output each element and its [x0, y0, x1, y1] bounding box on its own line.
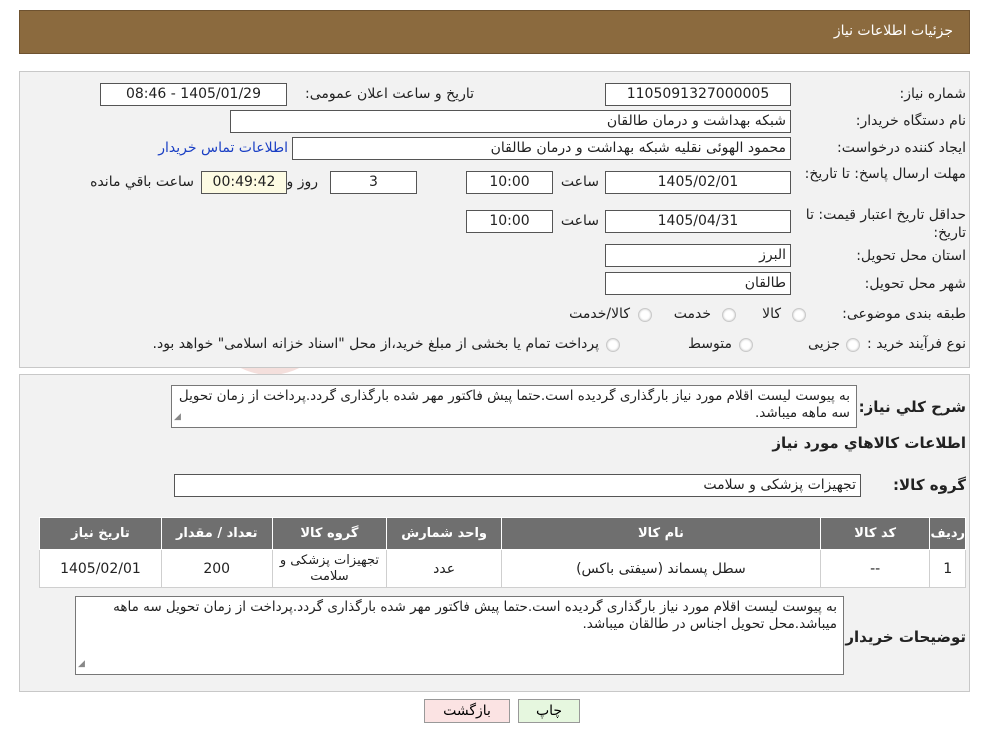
province-label: استان محل تحویل:: [856, 248, 966, 264]
category-goods-service-label: کالا/خدمت: [569, 306, 630, 322]
buyer-notes-textarea[interactable]: به پیوست لیست اقلام مورد نیاز بارگذاری گ…: [75, 596, 844, 675]
creator-field: محمود الهوئی نقلیه شبکه بهداشت و درمان ط…: [292, 137, 791, 160]
col-row-number: ردیف: [929, 517, 966, 550]
category-service-radio[interactable]: [722, 308, 736, 322]
buyer-org-field: شبکه بهداشت و درمان طالقان: [230, 110, 791, 133]
page-title: جزئیات اطلاعات نیاز: [833, 23, 953, 39]
purchase-partial-label: جزیی: [808, 336, 840, 352]
goods-section-title: اطلاعات کالاهاي مورد نياز: [772, 434, 966, 452]
category-goods-radio[interactable]: [792, 308, 806, 322]
province-field: البرز: [605, 244, 791, 267]
description-text: به پیوست لیست اقلام مورد نیاز بارگذاری گ…: [178, 388, 850, 421]
category-goods-label: کالا: [762, 306, 781, 322]
category-service-label: خدمت: [673, 306, 711, 322]
buyer-contact-link[interactable]: اطلاعات تماس خریدار: [158, 140, 288, 156]
purchase-type-label: نوع فرآیند خرید :: [867, 336, 966, 352]
need-number-label: شماره نیاز:: [899, 86, 967, 102]
category-label: طبقه بندی موضوعی:: [842, 306, 966, 322]
print-button[interactable]: چاپ: [518, 699, 580, 723]
need-number-field: 1105091327000005: [605, 83, 791, 106]
cell-item-name: سطل پسماند (سیفتی باکس): [501, 549, 821, 588]
days-remaining-field: 3: [330, 171, 417, 194]
announce-datetime-field: 1405/01/29 - 08:46: [100, 83, 287, 106]
announce-label: تاریخ و ساعت اعلان عمومی:: [305, 86, 474, 102]
resize-grip-icon[interactable]: ◢: [78, 656, 85, 673]
back-button[interactable]: بازگشت: [424, 699, 510, 723]
category-goods-service-radio[interactable]: [638, 308, 652, 322]
city-label: شهر محل تحویل:: [864, 276, 966, 292]
purchase-treasury-note: پرداخت تمام یا بخشی از مبلغ خرید،از محل …: [152, 336, 599, 352]
table-header-row: ردیف کد کالا نام کالا واحد شمارش گروه کا…: [39, 517, 966, 550]
cell-unit: عدد: [386, 549, 502, 588]
purchase-treasury-checkbox[interactable]: [606, 338, 620, 352]
col-item-name: نام کالا: [501, 517, 821, 550]
resize-grip-icon[interactable]: ◢: [174, 409, 181, 426]
col-group: گروه کالا: [271, 517, 388, 550]
deadline-label: مهلت ارسال پاسخ: تا تاریخ:: [804, 166, 966, 182]
buyer-notes-text: به پیوست لیست اقلام مورد نیاز بارگذاری گ…: [113, 599, 837, 632]
validity-date-field: 1405/04/31: [605, 210, 791, 233]
deadline-date-field: 1405/02/01: [605, 171, 791, 194]
cell-item-code: --: [819, 549, 931, 588]
creator-label: ایجاد کننده درخواست:: [837, 140, 966, 156]
price-validity-label: حداقل تاریخ اعتبار قیمت: تا تاریخ:: [805, 207, 966, 241]
cell-group: تجهیزات پزشکی و سلامت: [271, 549, 388, 588]
deadline-time-field: 10:00: [466, 171, 553, 194]
page-header: جزئیات اطلاعات نیاز: [19, 10, 970, 54]
col-unit: واحد شمارش: [386, 517, 502, 550]
buyer-org-label: نام دستگاه خریدار:: [855, 113, 966, 129]
days-label: روز و: [286, 174, 319, 190]
purchase-partial-radio[interactable]: [846, 338, 860, 352]
col-item-code: کد کالا: [819, 517, 931, 550]
description-textarea[interactable]: به پیوست لیست اقلام مورد نیاز بارگذاری گ…: [171, 385, 857, 428]
validity-time-field: 10:00: [466, 210, 553, 233]
cell-row-number: 1: [929, 549, 966, 588]
cell-need-date: 1405/02/01: [39, 549, 162, 588]
col-quantity: تعداد / مقدار: [160, 517, 273, 550]
city-field: طالقان: [605, 272, 791, 295]
goods-group-label: گروه کالا:: [893, 476, 966, 494]
col-need-date: تاریخ نیاز: [39, 517, 162, 550]
cell-quantity: 200: [160, 549, 273, 588]
goods-table: ردیف کد کالا نام کالا واحد شمارش گروه کا…: [39, 517, 966, 588]
buyer-notes-label: توضیحات خریدار:: [839, 628, 966, 646]
goods-group-field: تجهیزات پزشکی و سلامت: [174, 474, 861, 497]
validity-time-label: ساعت: [560, 213, 599, 229]
purchase-medium-label: متوسط: [688, 336, 732, 352]
deadline-time-label: ساعت: [560, 174, 599, 190]
purchase-medium-radio[interactable]: [739, 338, 753, 352]
remaining-time-label: ساعت باقي مانده: [90, 174, 194, 190]
table-row: 1 -- سطل پسماند (سیفتی باکس) عدد تجهیزات…: [39, 549, 966, 588]
description-label: شرح کلي نياز:: [858, 398, 966, 416]
remaining-time-field: 00:49:42: [201, 171, 287, 194]
